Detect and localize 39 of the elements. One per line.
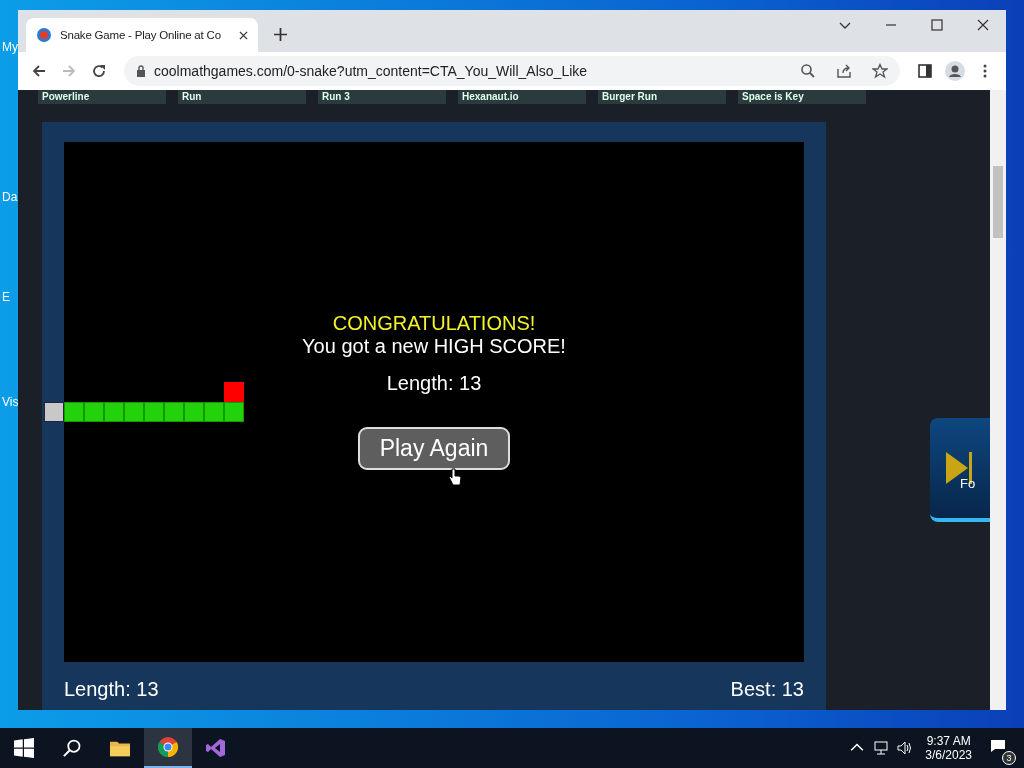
browser-tab[interactable]: Snake Game - Play Online at Co bbox=[26, 18, 258, 52]
scrollbar[interactable] bbox=[990, 90, 1006, 710]
network-icon[interactable] bbox=[873, 741, 890, 755]
notification-icon[interactable] bbox=[990, 739, 1006, 753]
volume-icon[interactable] bbox=[897, 741, 914, 755]
clock-date[interactable]: 3/6/2023 bbox=[925, 748, 972, 762]
game-thumbnail[interactable]: Run bbox=[178, 90, 306, 104]
best-score: Best: 13 bbox=[730, 678, 804, 701]
length-score: Length: 13 bbox=[64, 678, 159, 701]
close-icon[interactable] bbox=[239, 30, 248, 40]
search-icon[interactable] bbox=[800, 63, 816, 79]
close-icon[interactable] bbox=[977, 19, 989, 31]
game-thumbnail[interactable]: Run 3 bbox=[318, 90, 446, 104]
length-text: Length: 13 bbox=[386, 372, 482, 395]
clock-time[interactable]: 9:37 AM bbox=[926, 734, 971, 748]
maximize-icon[interactable] bbox=[931, 19, 943, 31]
site-logo-icon bbox=[36, 27, 52, 43]
lock-icon bbox=[136, 65, 146, 77]
search-icon[interactable] bbox=[62, 738, 82, 758]
windows-start-icon[interactable] bbox=[14, 738, 34, 758]
address-field[interactable]: coolmathgames.com/0-snake?utm_content=CTA_You_Will_Also_Like bbox=[124, 56, 900, 86]
visual-studio-icon[interactable] bbox=[206, 738, 226, 758]
play-again-button[interactable]: Play Again bbox=[357, 427, 511, 470]
ad-label: Fo bbox=[960, 475, 976, 491]
tab-title: Snake Game - Play Online at Co bbox=[60, 29, 222, 41]
game-thumbnail[interactable]: Hexanaut.io bbox=[458, 90, 586, 104]
hand-cursor-icon bbox=[448, 468, 462, 486]
profile-icon[interactable] bbox=[942, 58, 968, 84]
side-ad[interactable]: Fo bbox=[930, 418, 990, 522]
congratulations-title: CONGRATULATIONS! bbox=[332, 312, 536, 335]
game-thumbnail[interactable]: Powerline bbox=[38, 90, 166, 104]
notification-count: 3 bbox=[1002, 751, 1016, 765]
game-thumbnail[interactable]: Burger Run bbox=[598, 90, 726, 104]
high-score-message: You got a new HIGH SCORE! bbox=[302, 335, 566, 358]
new-tab-icon[interactable] bbox=[274, 28, 287, 41]
game-thumbnail[interactable]: Space is Key bbox=[738, 90, 866, 104]
star-icon[interactable] bbox=[872, 63, 888, 79]
share-icon[interactable] bbox=[836, 63, 852, 79]
chrome-icon[interactable] bbox=[158, 737, 178, 757]
